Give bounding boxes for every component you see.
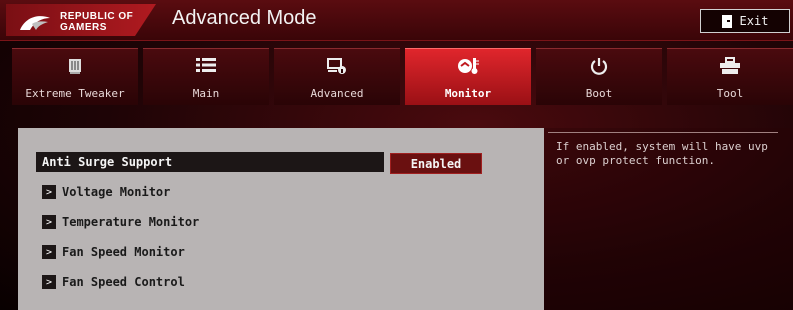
toolbox-icon xyxy=(667,57,793,77)
help-text: If enabled, system will have uvp or ovp … xyxy=(556,140,768,167)
tab-label: Advanced xyxy=(310,87,364,100)
chevron-right-icon: > xyxy=(42,185,56,199)
chevron-right-icon: > xyxy=(42,275,56,289)
tab-label: Monitor xyxy=(444,87,492,100)
submenu-fan-speed-control[interactable]: > Fan Speed Control xyxy=(42,274,185,290)
brand-line1: REPUBLIC OF xyxy=(60,11,134,22)
submenu-label: Voltage Monitor xyxy=(62,185,171,199)
brand-line2: GAMERS xyxy=(60,22,107,33)
tab-extreme-tweaker[interactable]: Extreme Tweaker xyxy=(12,48,138,105)
tab-label: Tool xyxy=(716,87,744,100)
tab-bar: Extreme Tweaker Main Advanced Monitor Bo… xyxy=(12,48,793,105)
thermometer-icon xyxy=(405,57,531,77)
power-icon xyxy=(536,57,662,77)
submenu-label: Fan Speed Monitor xyxy=(62,245,185,259)
tab-advanced[interactable]: Advanced xyxy=(274,48,400,105)
advanced-settings-icon xyxy=(274,57,400,77)
tab-tool[interactable]: Tool xyxy=(667,48,793,105)
exit-label: Exit xyxy=(739,14,769,28)
header-bar: REPUBLIC OF GAMERS Advanced Mode Exit xyxy=(0,0,793,41)
list-icon xyxy=(143,57,269,77)
chip-icon xyxy=(12,57,138,77)
tab-label: Extreme Tweaker xyxy=(25,87,125,100)
chevron-right-icon: > xyxy=(42,245,56,259)
submenu-fan-speed-monitor[interactable]: > Fan Speed Monitor xyxy=(42,244,185,260)
brand-text: REPUBLIC OF GAMERS xyxy=(60,11,133,33)
anti-surge-value-button[interactable]: Enabled xyxy=(390,153,482,174)
tab-label: Main xyxy=(192,87,220,100)
tab-main[interactable]: Main xyxy=(143,48,269,105)
rog-eye-icon xyxy=(20,16,50,30)
help-divider xyxy=(548,132,778,133)
submenu-temperature-monitor[interactable]: > Temperature Monitor xyxy=(42,214,199,230)
tab-monitor[interactable]: Monitor xyxy=(405,48,531,105)
anti-surge-label: Anti Surge Support xyxy=(42,155,173,169)
page-title: Advanced Mode xyxy=(172,7,317,29)
chevron-right-icon: > xyxy=(42,215,56,229)
submenu-voltage-monitor[interactable]: > Voltage Monitor xyxy=(42,184,170,200)
submenu-label: Temperature Monitor xyxy=(62,215,200,229)
exit-door-icon xyxy=(721,14,732,28)
rog-logo: REPUBLIC OF GAMERS xyxy=(6,4,156,36)
tab-label: Boot xyxy=(585,87,613,100)
submenu-label: Fan Speed Control xyxy=(62,275,185,289)
tab-boot[interactable]: Boot xyxy=(536,48,662,105)
exit-button[interactable]: Exit xyxy=(700,9,790,33)
